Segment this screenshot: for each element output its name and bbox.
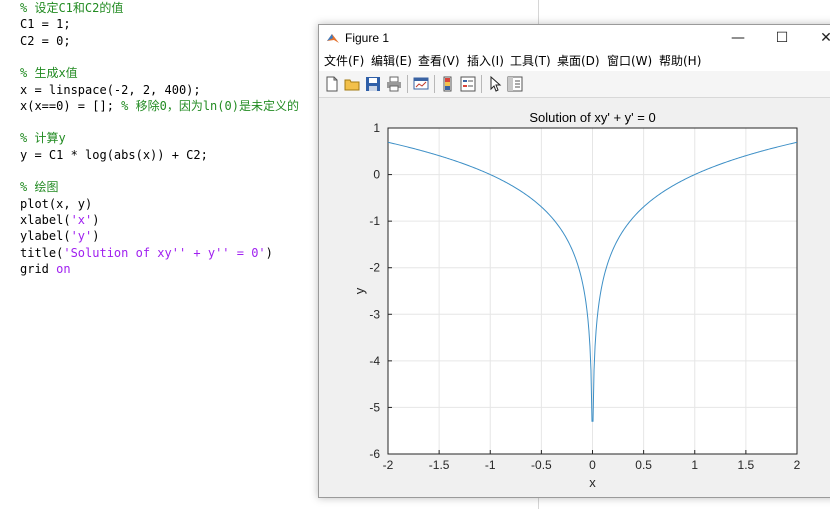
plot-title: Solution of xy' + y' = 0 [529,110,655,125]
x-axis-label: x [589,475,596,490]
line-plot[interactable]: -2 -1.5 -1 -0.5 0 0.5 1 1.5 2 1 0 -1 -2 -3 -4 -5 -6 Solu… [319,98,830,497]
x-tick-label: -1 [485,458,496,472]
x-tick-label: -2 [383,458,394,472]
code-line-xlabel[interactable]: xlabel('x') [20,212,100,228]
toolbar-separator [481,75,482,93]
open-file-icon[interactable] [343,75,361,93]
code-token: % 移除0，因为ln(0)是未定义的 [121,98,299,113]
matlab-icon [327,34,339,43]
code-token: x(x==0) = []; [20,98,122,113]
toolbar-separator [434,75,435,93]
code-line-remove-zero[interactable]: x(x==0) = []; % 移除0，因为ln(0)是未定义的 [20,98,299,114]
menu-desktop[interactable]: 桌面(D) [557,51,600,71]
code-comment-set-constants[interactable]: % 设定C1和C2的值 [20,0,123,16]
code-token: title( [20,245,64,260]
toolbar-separator [407,75,408,93]
y-tick-label: 0 [373,168,380,182]
code-token: ) [92,229,100,244]
figure-titlebar[interactable]: Figure 1 — ☐ ✕ [319,25,830,51]
code-token: C1 = 1; [20,17,71,32]
x-tick-label: -0.5 [531,458,552,472]
x-tick-label: 1 [691,458,698,472]
code-line-grid[interactable]: grid on [20,261,71,277]
code-line-linspace[interactable]: x = linspace(-2, 2, 400); [20,82,201,98]
code-token: ylabel( [20,229,71,244]
code-token: 'Solution of xy'' + y'' = 0' [63,245,266,260]
edit-plot-cursor-icon[interactable] [486,75,504,93]
y-tick-label: -1 [369,214,380,228]
code-token: ) [92,212,100,227]
y-tick-label: -3 [369,307,380,321]
figure-window-title: Figure 1 [345,31,390,45]
y-tick-label: -5 [369,400,380,414]
code-line-ylabel[interactable]: ylabel('y') [20,228,100,244]
menu-edit[interactable]: 编辑(E) [371,51,412,71]
maximize-button[interactable]: ☐ [763,25,801,51]
menu-window[interactable]: 窗口(W) [607,51,652,71]
x-tick-label: 0 [589,458,596,472]
code-line-c2[interactable]: C2 = 0; [20,33,71,49]
figure-canvas[interactable]: -2 -1.5 -1 -0.5 0 0.5 1 1.5 2 1 0 -1 -2 -3 -4 -5 -6 Solu… [319,98,830,497]
code-token: 'x' [70,212,93,227]
code-token: % 生成x值 [20,66,78,81]
code-line-plot[interactable]: plot(x, y) [20,196,92,212]
code-token: xlabel( [20,212,71,227]
y-tick-label: -6 [369,447,380,461]
minimize-button[interactable]: — [719,25,757,51]
property-inspector-icon[interactable] [506,75,524,93]
x-tick-label: 1.5 [738,458,755,472]
y-tick-label: -2 [369,261,380,275]
code-comment-plot[interactable]: % 绘图 [20,179,58,195]
y-axis-label: y [352,287,367,294]
figure-window[interactable]: Figure 1 — ☐ ✕ 文件(F) 编辑(E) 查看(V) 插入(I) 工… [318,24,830,498]
code-token: grid [20,261,57,276]
close-button[interactable]: ✕ [807,25,830,51]
insert-colorbar-icon[interactable] [439,75,457,93]
code-token: y = C1 * log(abs(x)) + C2; [20,147,208,162]
code-token: C2 = 0; [20,33,71,48]
code-token: on [56,261,71,276]
code-comment-generate-x[interactable]: % 生成x值 [20,65,78,81]
x-tick-label: -1.5 [429,458,450,472]
insert-legend-icon[interactable] [459,75,477,93]
menu-tools[interactable]: 工具(T) [510,51,551,71]
new-figure-icon[interactable] [323,75,341,93]
code-token: x = linspace(-2, 2, 400); [20,82,201,97]
menu-view[interactable]: 查看(V) [418,51,460,71]
menu-help[interactable]: 帮助(H) [659,51,701,71]
code-line-compute-y[interactable]: y = C1 * log(abs(x)) + C2; [20,147,208,163]
code-comment-compute-y[interactable]: % 计算y [20,130,66,146]
link-plot-icon[interactable] [412,75,430,93]
y-tick-label: 1 [373,121,380,135]
menu-file[interactable]: 文件(F) [324,51,364,71]
code-token: % 设定C1和C2的值 [20,1,124,15]
figure-toolbar [319,71,830,98]
menu-insert[interactable]: 插入(I) [467,51,504,71]
x-tick-label: 2 [794,458,801,472]
code-line-c1[interactable]: C1 = 1; [20,16,71,32]
code-line-title[interactable]: title('Solution of xy'' + y'' = 0') [20,245,273,261]
save-icon[interactable] [364,75,382,93]
y-tick-label: -4 [369,354,380,368]
figure-menubar: 文件(F) 编辑(E) 查看(V) 插入(I) 工具(T) 桌面(D) 窗口(W… [319,51,830,71]
code-token: ) [265,245,273,260]
x-tick-label: 0.5 [635,458,652,472]
code-token: 'y' [70,229,93,244]
print-icon[interactable] [385,75,403,93]
code-token: % 计算y [20,131,66,146]
code-token: plot(x, y) [20,196,93,211]
code-token: % 绘图 [20,180,59,195]
